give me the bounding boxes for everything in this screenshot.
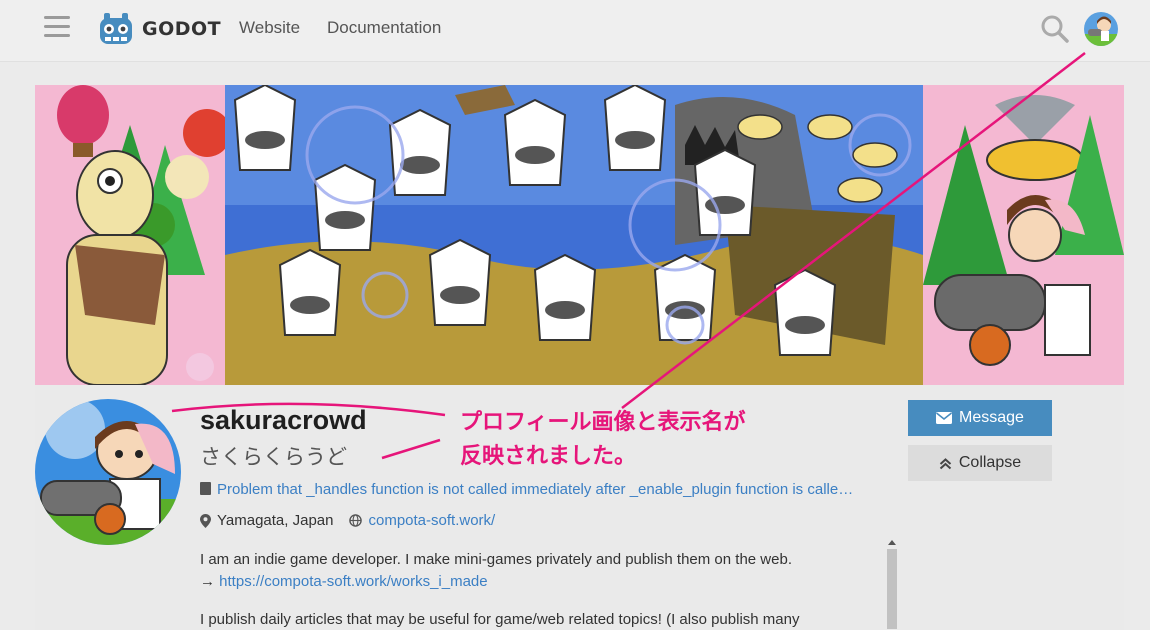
collapse-button[interactable]: Collapse [908, 445, 1052, 481]
profile-avatar [35, 399, 181, 545]
annotation-line-1: プロフィール画像と表示名が [460, 410, 746, 435]
search-icon[interactable] [1040, 14, 1070, 44]
profile-banner-image [35, 85, 1124, 385]
latest-post-link[interactable]: Problem that _handles function is not ca… [200, 481, 895, 498]
profile-display-name: さくらくらうど [200, 445, 347, 469]
message-button[interactable]: Message [908, 400, 1052, 436]
hamburger-menu-icon[interactable] [44, 16, 70, 40]
annotation-caption: プロフィール画像と表示名が 反映されました。 [460, 406, 746, 474]
nav-link-website[interactable]: Website [239, 18, 300, 38]
nav-link-documentation[interactable]: Documentation [327, 18, 441, 38]
book-icon [200, 482, 211, 495]
profile-location: Yamagata, Japan [217, 512, 334, 529]
scroll-up-arrow-icon[interactable] [888, 540, 896, 545]
envelope-icon [936, 412, 953, 424]
godot-logo[interactable]: GODOT [96, 10, 221, 48]
user-avatar-small[interactable] [1084, 12, 1118, 46]
top-navbar: GODOT Website Documentation [0, 0, 1150, 62]
profile-bio: I am an indie game developer. I make min… [200, 549, 880, 630]
location-pin-icon [200, 513, 211, 528]
bio-paragraph: I publish daily articles that may be use… [200, 611, 800, 628]
double-chevron-up-icon [939, 457, 952, 469]
bio-paragraph: I am an indie game developer. I make min… [200, 551, 792, 590]
profile-website-link[interactable]: compota-soft.work/ [368, 512, 495, 529]
bio-scrollbar[interactable] [886, 540, 898, 630]
logo-text: GODOT [142, 18, 222, 40]
annotation-line-2: 反映されました。 [460, 444, 637, 469]
godot-robot-icon [100, 13, 132, 44]
profile-meta: Yamagata, Japan compota-soft.work/ [200, 512, 495, 529]
scrollbar-thumb[interactable] [887, 549, 897, 629]
profile-username: sakuracrowd [200, 405, 367, 435]
latest-post-title: Problem that _handles function is not ca… [217, 481, 854, 498]
works-link[interactable]: https://compota-soft.work/works_i_made [219, 573, 487, 590]
globe-icon [349, 514, 363, 527]
